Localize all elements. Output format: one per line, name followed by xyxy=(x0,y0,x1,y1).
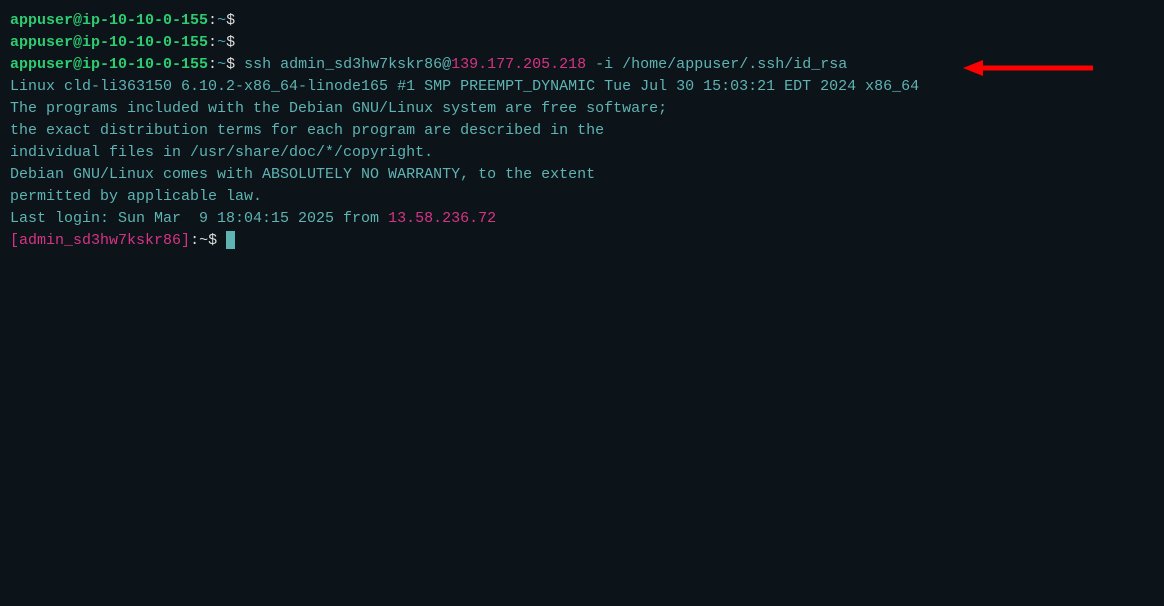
prompt-path: ~ xyxy=(217,56,226,73)
prompt-sep: : xyxy=(208,12,217,29)
prompt-path: ~ xyxy=(199,232,208,249)
motd-line: Debian GNU/Linux comes with ABSOLUTELY N… xyxy=(10,164,1154,186)
ssh-command-args: -i /home/appuser/.ssh/id_rsa xyxy=(586,56,847,73)
prompt-dollar: $ xyxy=(208,232,226,249)
ssh-command-text: ssh admin_sd3hw7kskr86@ xyxy=(235,56,451,73)
prompt-user-host: appuser@ip-10-10-0-155 xyxy=(10,12,208,29)
prompt-path: ~ xyxy=(217,34,226,51)
motd-line: individual files in /usr/share/doc/*/cop… xyxy=(10,142,1154,164)
prompt-remote-user: admin_sd3hw7kskr86 xyxy=(19,232,181,249)
prompt-line-1: appuser@ip-10-10-0-155:~$ xyxy=(10,10,1154,32)
prompt-path: ~ xyxy=(217,12,226,29)
remote-prompt-line[interactable]: [admin_sd3hw7kskr86]:~$ xyxy=(10,230,1154,252)
last-login-ip: 13.58.236.72 xyxy=(388,210,496,227)
prompt-dollar: $ xyxy=(226,12,235,29)
cursor xyxy=(226,231,235,249)
last-login-line: Last login: Sun Mar 9 18:04:15 2025 from… xyxy=(10,208,1154,230)
prompt-user-host: appuser@ip-10-10-0-155 xyxy=(10,34,208,51)
ssh-target-ip: 139.177.205.218 xyxy=(451,56,586,73)
prompt-dollar: $ xyxy=(226,34,235,51)
prompt-sep: : xyxy=(190,232,199,249)
motd-line: permitted by applicable law. xyxy=(10,186,1154,208)
terminal-output[interactable]: appuser@ip-10-10-0-155:~$ appuser@ip-10-… xyxy=(10,10,1154,252)
motd-line: The programs included with the Debian GN… xyxy=(10,98,1154,120)
motd-line: the exact distribution terms for each pr… xyxy=(10,120,1154,142)
uname-line: Linux cld-li363150 6.10.2-x86_64-linode1… xyxy=(10,76,1154,98)
prompt-sep: : xyxy=(208,34,217,51)
prompt-bracket-open: [ xyxy=(10,232,19,249)
prompt-sep: : xyxy=(208,56,217,73)
prompt-user-host: appuser@ip-10-10-0-155 xyxy=(10,56,208,73)
prompt-bracket-close: ] xyxy=(181,232,190,249)
prompt-line-2: appuser@ip-10-10-0-155:~$ xyxy=(10,32,1154,54)
prompt-dollar: $ xyxy=(226,56,235,73)
last-login-text: Last login: Sun Mar 9 18:04:15 2025 from xyxy=(10,210,388,227)
ssh-command-line: appuser@ip-10-10-0-155:~$ ssh admin_sd3h… xyxy=(10,54,1154,76)
